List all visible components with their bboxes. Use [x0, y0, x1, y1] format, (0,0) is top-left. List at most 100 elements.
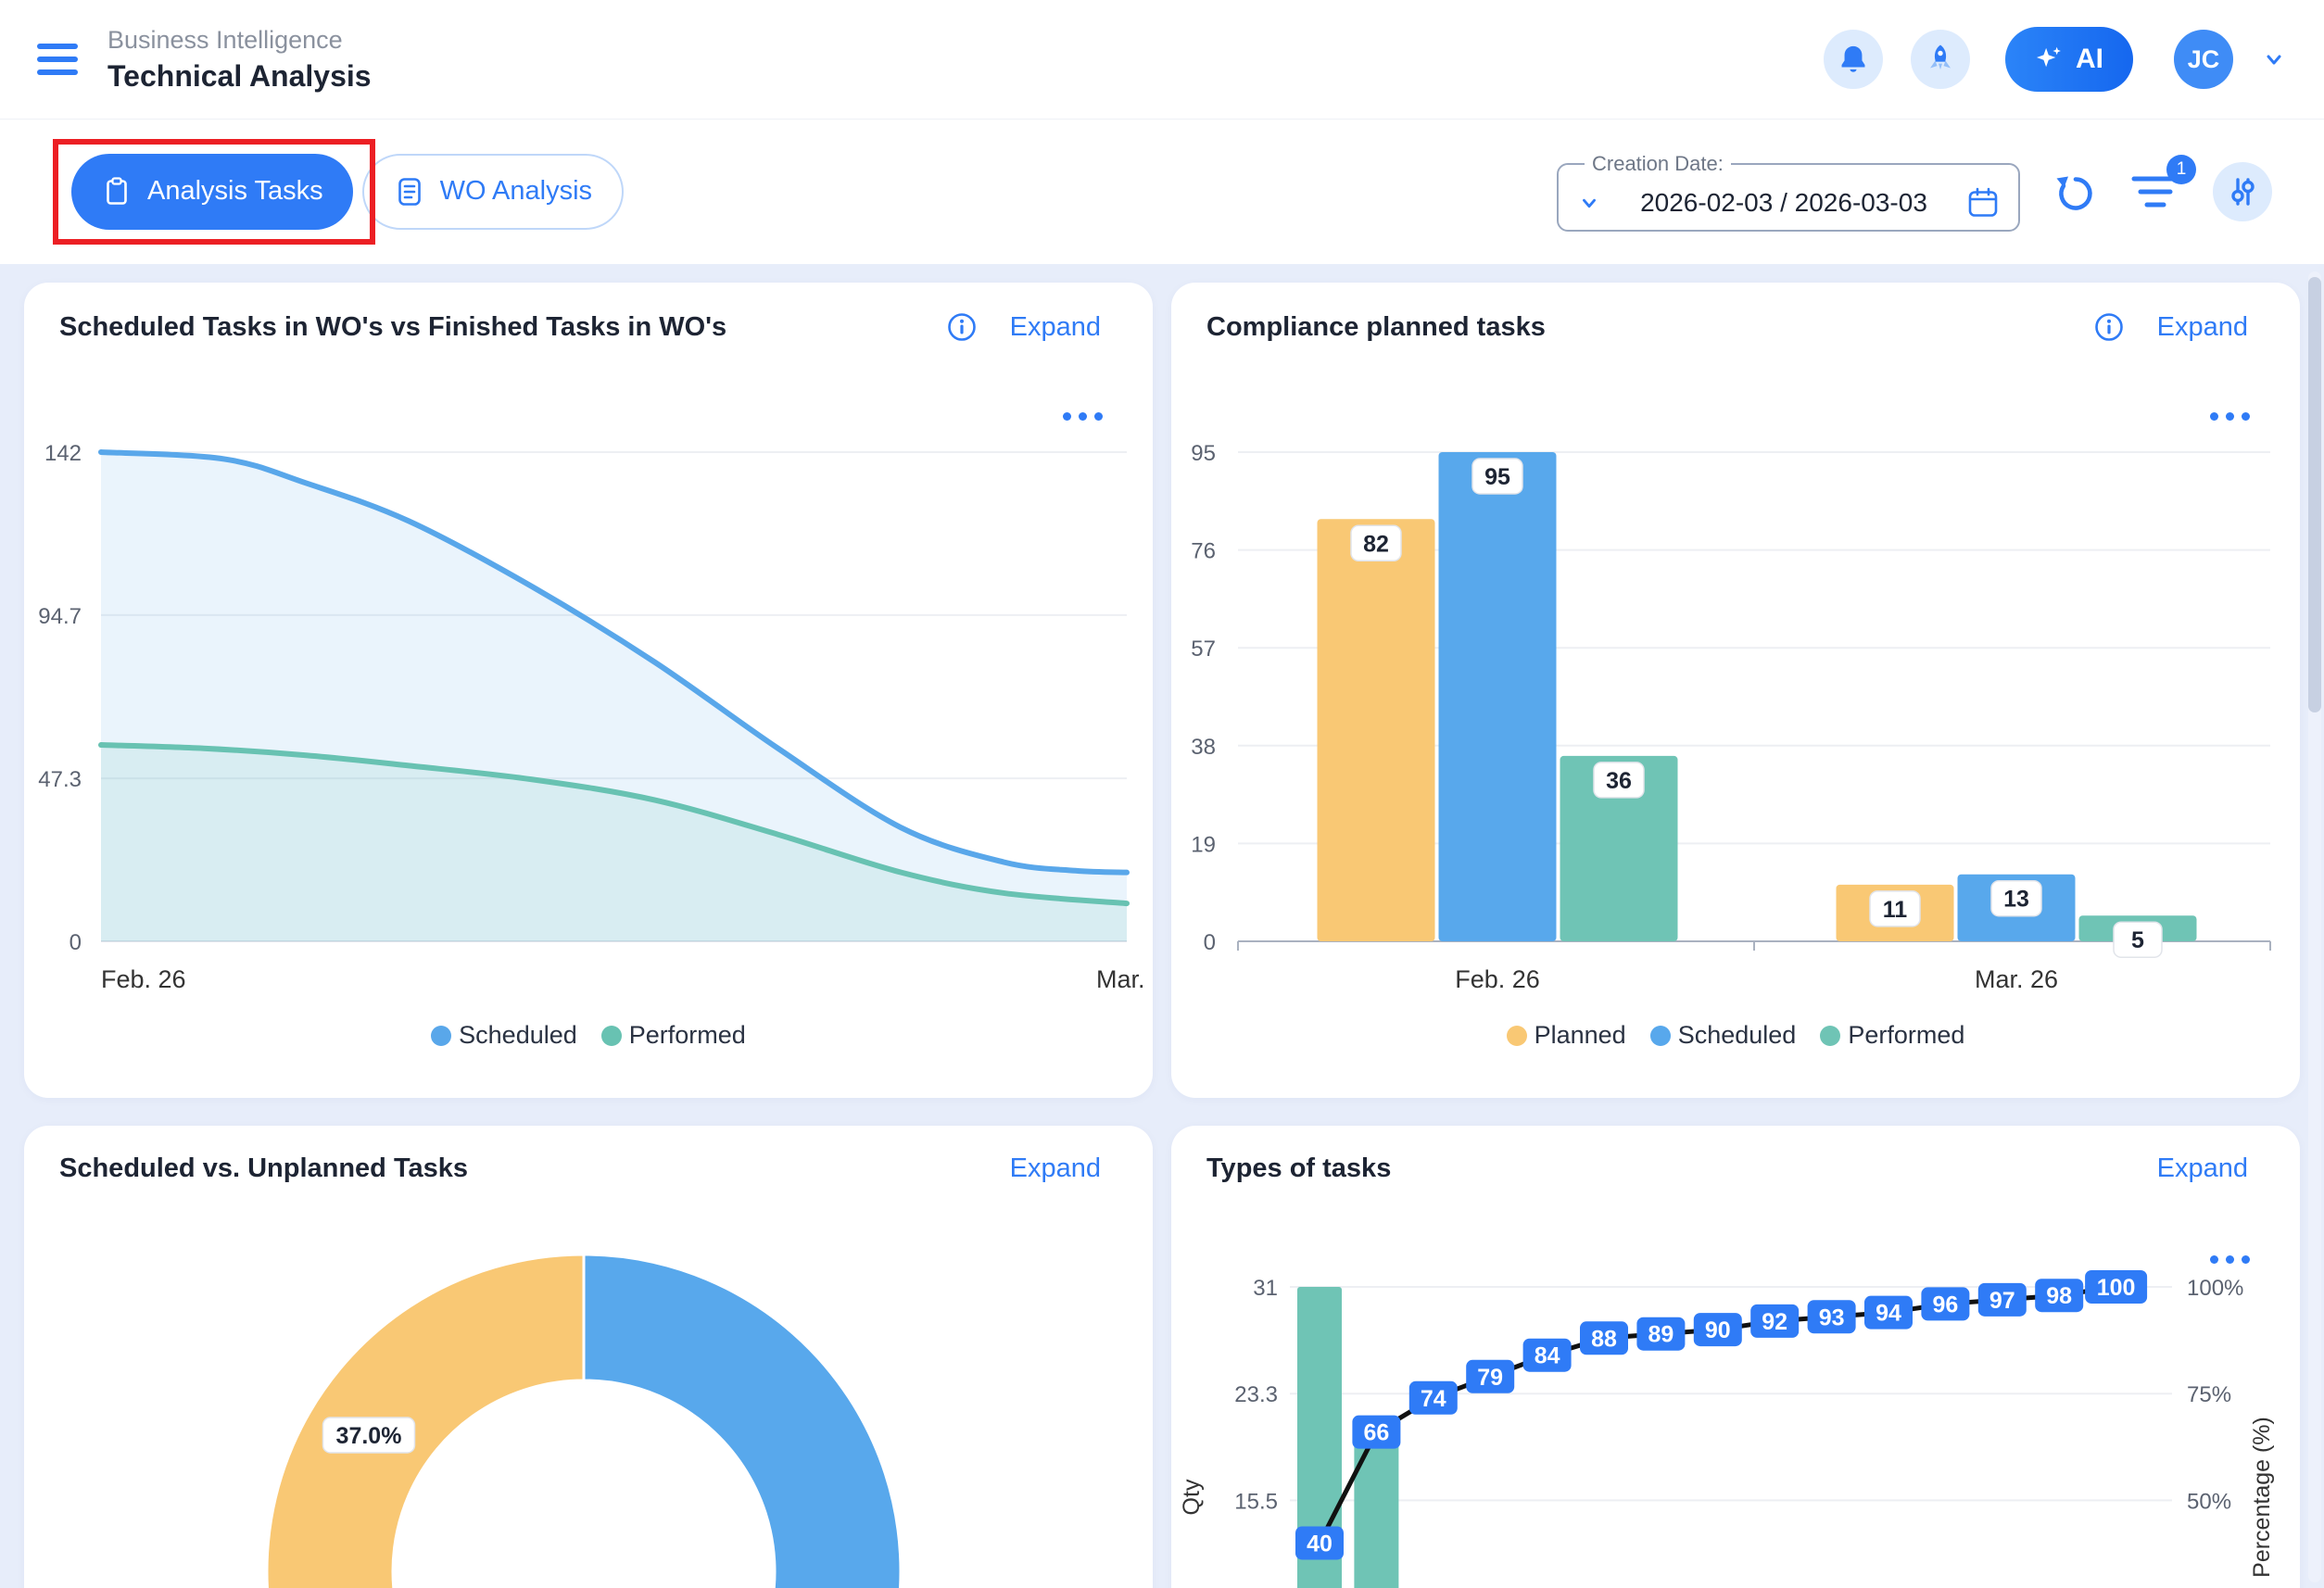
svg-text:15.5: 15.5 [1234, 1489, 1278, 1514]
creation-date-value[interactable]: 2026-02-03 / 2026-03-03 [1612, 188, 1955, 218]
svg-text:66: 66 [1363, 1420, 1389, 1446]
expand-link[interactable]: Expand [1010, 1153, 1101, 1184]
card-header: Scheduled Tasks in WO's vs Finished Task… [59, 310, 1101, 344]
svg-text:100: 100 [2097, 1275, 2136, 1301]
svg-text:Feb. 26: Feb. 26 [101, 965, 186, 993]
card-header: Types of tasks Expand [1206, 1153, 2248, 1184]
settings-button[interactable] [2213, 162, 2272, 221]
page-title: Technical Analysis [107, 59, 372, 94]
info-icon [945, 310, 979, 344]
title-block: Business Intelligence Technical Analysis [107, 26, 372, 94]
svg-text:74: 74 [1421, 1386, 1446, 1412]
menu-icon[interactable] [37, 44, 82, 75]
scrollbar-thumb[interactable] [2308, 277, 2321, 712]
app-title: Business Intelligence [107, 26, 372, 55]
card-compliance-planned-tasks: Compliance planned tasks Expand 95765738… [1171, 283, 2300, 1098]
svg-text:98: 98 [2046, 1283, 2072, 1309]
clipboard-icon [101, 176, 133, 208]
card-title: Scheduled vs. Unplanned Tasks [59, 1153, 979, 1184]
scrollbar-track[interactable] [2308, 271, 2321, 1582]
svg-text:13: 13 [2003, 887, 2029, 913]
svg-text:Mar. 26: Mar. 26 [1096, 965, 1153, 993]
svg-text:40: 40 [1307, 1531, 1333, 1556]
legend-item-scheduled[interactable]: Scheduled [1650, 1021, 1797, 1050]
svg-text:84: 84 [1535, 1343, 1560, 1369]
legend-item-planned[interactable]: Planned [1507, 1021, 1626, 1050]
svg-text:95: 95 [1484, 464, 1510, 490]
creation-date-field[interactable]: Creation Date: 2026-02-03 / 2026-03-03 [1557, 152, 2020, 232]
rocket-button[interactable] [1911, 30, 1970, 89]
svg-text:94.7: 94.7 [38, 604, 82, 629]
header-actions: AI JC [1824, 27, 2287, 92]
pareto-chart: 31100%23.375%15.550%QtyPercentage (%)406… [1171, 1126, 2300, 1588]
svg-text:36: 36 [1606, 768, 1632, 794]
legend-item-scheduled[interactable]: Scheduled [431, 1021, 577, 1050]
legend-dot [1507, 1026, 1527, 1046]
tab-analysis-tasks[interactable]: Analysis Tasks [71, 154, 353, 230]
filter-badge: 1 [2166, 155, 2196, 184]
svg-text:47.3: 47.3 [38, 767, 82, 792]
view-tabs: Analysis Tasks WO Analysis [71, 154, 624, 230]
svg-text:0: 0 [1204, 930, 1216, 955]
app-header: Business Intelligence Technical Analysis [0, 0, 2324, 119]
card-types-of-tasks: Types of tasks Expand 31100%23.375%15.55… [1171, 1126, 2300, 1588]
reset-button[interactable] [2053, 170, 2098, 214]
svg-text:37.0%: 37.0% [336, 1423, 402, 1449]
toolbar: Analysis Tasks WO Analysis Creation Date… [0, 119, 2324, 264]
more-options-icon[interactable] [2210, 412, 2250, 421]
svg-text:79: 79 [1477, 1365, 1503, 1391]
svg-text:82: 82 [1363, 531, 1389, 557]
svg-text:31: 31 [1253, 1276, 1278, 1301]
bell-icon [1838, 44, 1869, 75]
filter-button[interactable]: 1 [2131, 173, 2179, 210]
expand-link[interactable]: Expand [2157, 312, 2248, 343]
svg-text:93: 93 [1819, 1304, 1845, 1330]
area-chart: 14294.747.30Feb. 26Mar. 26 [24, 283, 1153, 1098]
legend-dot [1650, 1026, 1671, 1046]
legend-label: Performed [1848, 1021, 1964, 1050]
chevron-down-icon [2261, 46, 2287, 72]
info-icon [2092, 310, 2126, 344]
creation-date-label: Creation Date: [1585, 152, 1731, 176]
more-options-icon[interactable] [2210, 1255, 2250, 1264]
tab-wo-analysis[interactable]: WO Analysis [362, 154, 624, 230]
legend-dot [1820, 1026, 1840, 1046]
card-scheduled-vs-finished: Scheduled Tasks in WO's vs Finished Task… [24, 283, 1153, 1098]
card-title: Compliance planned tasks [1206, 312, 2061, 343]
legend-item-performed[interactable]: Performed [1820, 1021, 1964, 1050]
svg-text:23.3: 23.3 [1234, 1382, 1278, 1407]
ai-button[interactable]: AI [2005, 27, 2133, 92]
expand-link[interactable]: Expand [2157, 1153, 2248, 1184]
svg-text:Percentage (%): Percentage (%) [2249, 1417, 2275, 1578]
tab-analysis-tasks-label: Analysis Tasks [147, 176, 323, 207]
more-options-icon[interactable] [1063, 412, 1103, 421]
avatar[interactable]: JC [2174, 30, 2233, 89]
profile-chevron-button[interactable] [2261, 46, 2287, 72]
info-button[interactable] [2092, 310, 2126, 344]
svg-text:19: 19 [1191, 832, 1216, 857]
expand-link[interactable]: Expand [1010, 312, 1101, 343]
document-icon [394, 176, 425, 208]
svg-text:96: 96 [1932, 1292, 1958, 1317]
card-title: Types of tasks [1206, 1153, 2126, 1184]
notifications-button[interactable] [1824, 30, 1883, 89]
calendar-icon[interactable] [1966, 186, 2000, 220]
chevron-down-icon[interactable] [1577, 191, 1601, 215]
tab-wo-analysis-label: WO Analysis [440, 176, 592, 207]
legend-dot [601, 1026, 622, 1046]
svg-text:100%: 100% [2187, 1276, 2243, 1301]
card-header: Compliance planned tasks Expand [1206, 310, 2248, 344]
chart-legend: Scheduled Performed [24, 1021, 1153, 1050]
info-button[interactable] [945, 310, 979, 344]
svg-text:97: 97 [1989, 1288, 2015, 1314]
ai-button-label: AI [2076, 44, 2103, 75]
legend-label: Scheduled [1678, 1021, 1797, 1050]
dashboard-page: Business Intelligence Technical Analysis [0, 0, 2324, 1588]
chart-legend: Planned Scheduled Performed [1171, 1021, 2300, 1050]
card-title: Scheduled Tasks in WO's vs Finished Task… [59, 312, 914, 343]
legend-item-performed[interactable]: Performed [601, 1021, 746, 1050]
svg-text:11: 11 [1883, 897, 1908, 923]
svg-text:5: 5 [2131, 927, 2144, 953]
svg-text:Mar. 26: Mar. 26 [1975, 965, 2058, 993]
legend-label: Performed [629, 1021, 746, 1050]
